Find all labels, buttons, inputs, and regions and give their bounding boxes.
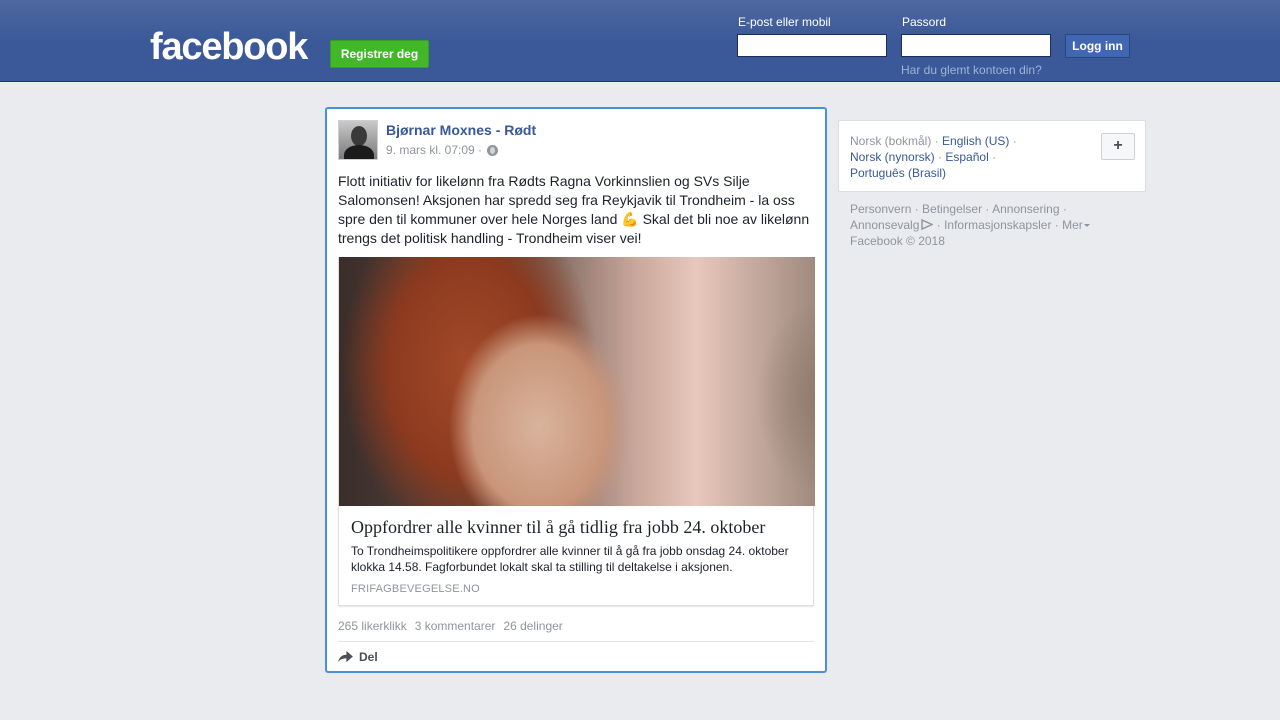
muscle-icon: 💪: [621, 211, 639, 227]
current-language: Norsk (bokmål): [850, 134, 932, 148]
post-author-link[interactable]: Bjørnar Moxnes - Rødt: [386, 122, 536, 138]
actions-divider: [338, 641, 814, 642]
email-input[interactable]: [737, 34, 887, 57]
footer-link-cookies[interactable]: Informasjonskapsler: [944, 218, 1051, 232]
share-button[interactable]: Del: [338, 650, 378, 664]
preview-domain: FRIFAGBEVEGELSE.NO: [351, 583, 480, 595]
email-label: E-post eller mobil: [738, 15, 831, 29]
copyright: Facebook © 2018: [850, 234, 945, 248]
more-label: Mer: [1062, 218, 1083, 232]
language-link-nynorsk[interactable]: Norsk (nynorsk): [850, 150, 935, 164]
top-bar: facebook Registrer deg E-post eller mobi…: [0, 0, 1280, 82]
adchoices-label: Annonsevalg: [850, 218, 920, 232]
adchoices-icon: [921, 219, 934, 230]
preview-image[interactable]: [339, 257, 815, 506]
preview-description: To Trondheimspolitikere oppfordrer alle …: [351, 544, 789, 574]
post-text: Flott initiativ for likelønn fra Rødts R…: [338, 172, 816, 248]
link-preview[interactable]: Oppfordrer alle kvinner til å gå tidlig …: [338, 257, 815, 606]
language-link-english[interactable]: English (US): [942, 134, 1009, 148]
caret-down-icon: [1083, 224, 1090, 227]
register-button[interactable]: Registrer deg: [330, 40, 429, 68]
footer-link-privacy[interactable]: Personvern: [850, 202, 911, 216]
footer-link-adchoices[interactable]: Annonsevalg: [850, 218, 934, 232]
language-box: Norsk (bokmål) · English (US) · Norsk (n…: [838, 120, 1146, 192]
password-label: Passord: [902, 15, 947, 29]
post-card: Bjørnar Moxnes - Rødt 9. mars kl. 07:09 …: [325, 107, 827, 673]
login-button[interactable]: Logg inn: [1065, 34, 1130, 58]
post-timestamp[interactable]: 9. mars kl. 07:09 ·: [386, 143, 482, 157]
likes-count[interactable]: 265 likerklikk: [338, 619, 407, 633]
password-input[interactable]: [901, 34, 1051, 57]
share-arrow-icon: [338, 651, 353, 663]
globe-icon: [487, 144, 499, 156]
comments-count[interactable]: 3 kommentarer: [415, 619, 496, 633]
language-list: Norsk (bokmål) · English (US) · Norsk (n…: [850, 134, 1017, 180]
footer-links: Personvern · Betingelser · Annonsering ·…: [850, 201, 1140, 249]
footer-link-more[interactable]: Mer: [1062, 218, 1090, 232]
share-label: Del: [359, 650, 378, 664]
preview-title[interactable]: Oppfordrer alle kvinner til å gå tidlig …: [351, 516, 803, 538]
add-language-button[interactable]: +: [1101, 133, 1135, 160]
facebook-logo[interactable]: facebook: [150, 26, 308, 68]
forgot-account-link[interactable]: Har du glemt kontoen din?: [901, 63, 1042, 77]
shares-count[interactable]: 26 delinger: [503, 619, 562, 633]
footer-link-advertising[interactable]: Annonsering: [992, 202, 1059, 216]
post-stats: 265 likerklikk 3 kommentarer 26 delinger: [338, 619, 563, 633]
language-link-espanol[interactable]: Español: [945, 150, 988, 164]
post-meta: 9. mars kl. 07:09 ·: [386, 143, 499, 157]
footer-link-terms[interactable]: Betingelser: [922, 202, 982, 216]
language-link-portugues[interactable]: Português (Brasil): [850, 166, 946, 180]
author-avatar[interactable]: [338, 120, 378, 160]
